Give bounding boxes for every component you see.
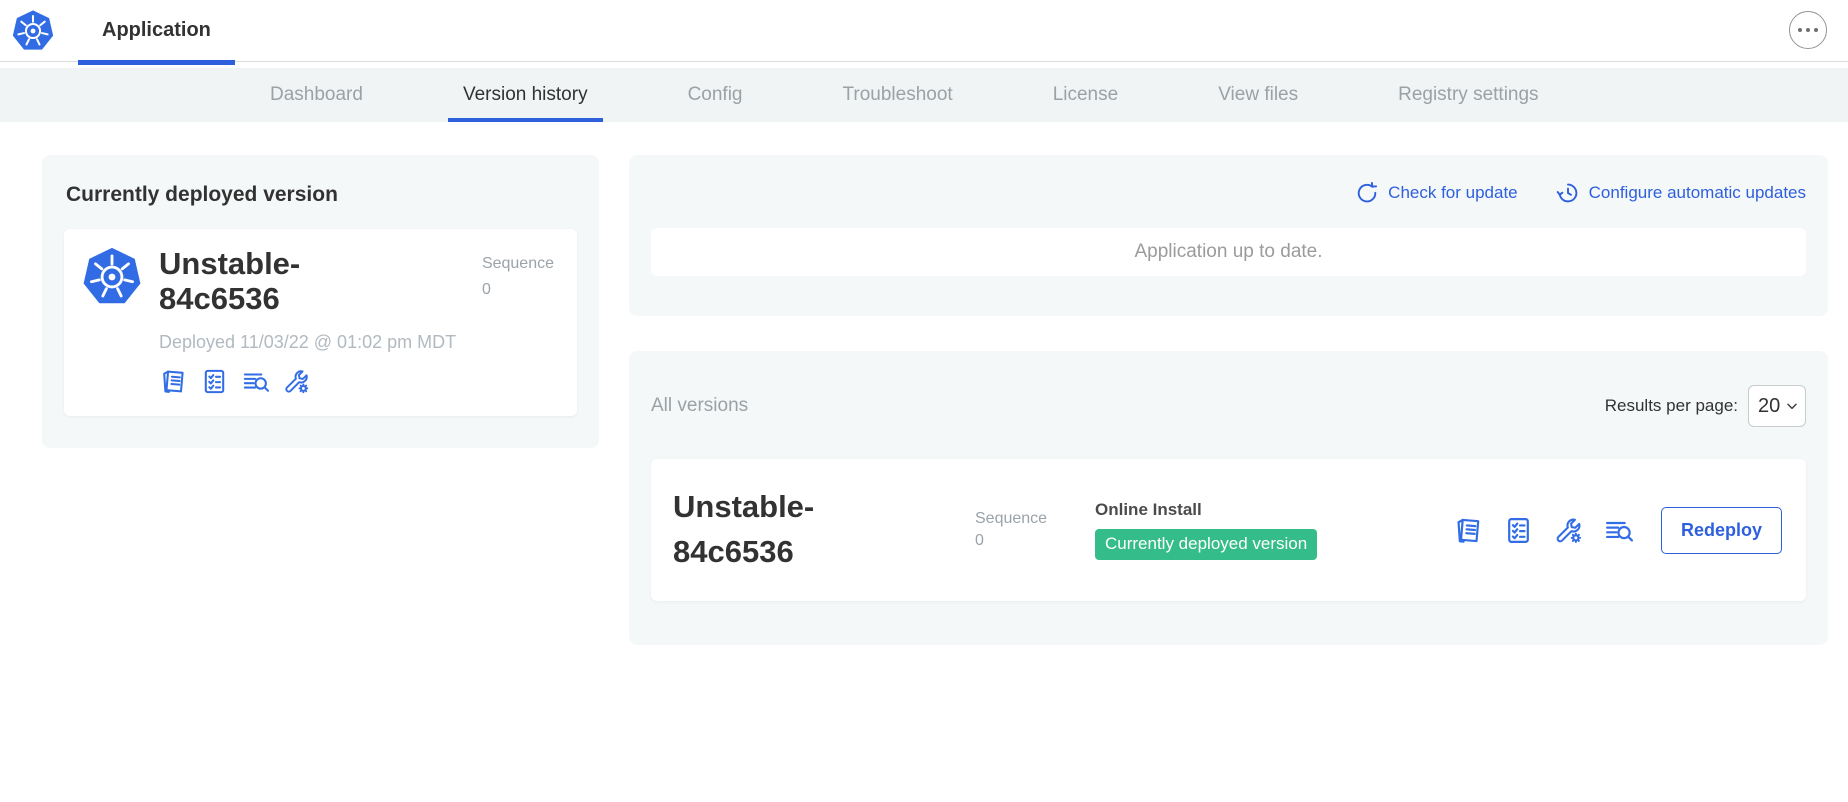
ellipsis-icon — [1798, 28, 1802, 32]
preflight-checks-icon[interactable] — [1503, 515, 1534, 546]
results-per-page-label: Results per page: — [1605, 396, 1738, 416]
kubernetes-logo-icon — [11, 9, 55, 53]
row-actions: Redeploy — [1453, 507, 1782, 554]
deployed-version-name: Unstable-84c6536 — [159, 246, 387, 317]
sequence-value: 0 — [482, 277, 554, 303]
row-sequence: Sequence 0 — [975, 508, 1061, 553]
tab-view-files[interactable]: View files — [1218, 68, 1298, 122]
check-for-update-link[interactable]: Check for update — [1355, 181, 1517, 205]
refresh-icon — [1355, 181, 1379, 205]
currently-deployed-card: Unstable-84c6536 Sequence 0 Deployed 11/… — [64, 229, 577, 416]
app-header: Application — [0, 0, 1848, 62]
row-status: Online Install Currently deployed versio… — [1095, 500, 1317, 560]
currently-deployed-panel: Currently deployed version Unstable-84c6… — [42, 155, 599, 448]
deployed-version-actions — [159, 367, 560, 396]
deployed-timestamp: Deployed 11/03/22 @ 01:02 pm MDT — [159, 332, 560, 353]
version-row: Unstable-84c6536 Sequence 0 Online Insta… — [651, 459, 1806, 601]
tab-dashboard[interactable]: Dashboard — [270, 68, 363, 122]
all-versions-title: All versions — [651, 395, 748, 417]
ellipsis-icon — [1806, 28, 1810, 32]
updates-panel: Check for update Configure automatic upd… — [629, 155, 1828, 316]
tab-troubleshoot[interactable]: Troubleshoot — [843, 68, 953, 122]
redeploy-button[interactable]: Redeploy — [1661, 507, 1782, 554]
ellipsis-icon — [1814, 28, 1818, 32]
auto-update-clock-icon — [1556, 181, 1580, 205]
application-up-to-date-message: Application up to date. — [651, 228, 1806, 276]
view-logs-icon[interactable] — [1603, 515, 1634, 546]
right-column: Check for update Configure automatic upd… — [629, 155, 1828, 645]
sequence-label: Sequence — [482, 251, 554, 277]
release-notes-icon[interactable] — [1453, 515, 1484, 546]
edit-config-icon[interactable] — [282, 367, 311, 396]
preflight-checks-icon[interactable] — [200, 367, 229, 396]
main-content: Currently deployed version Unstable-84c6… — [0, 122, 1848, 645]
app-menu-button[interactable] — [1789, 11, 1827, 49]
sequence-label: Sequence — [975, 508, 1061, 530]
view-logs-icon[interactable] — [241, 367, 270, 396]
app-title: Application — [102, 19, 211, 42]
tab-version-history[interactable]: Version history — [463, 68, 588, 122]
kubernetes-app-icon — [81, 246, 143, 308]
app-title-tab[interactable]: Application — [78, 0, 235, 61]
tab-config[interactable]: Config — [688, 68, 743, 122]
configure-automatic-updates-label: Configure automatic updates — [1589, 183, 1806, 203]
currently-deployed-title: Currently deployed version — [66, 183, 577, 207]
all-versions-panel: All versions Results per page: 20 Unstab… — [629, 351, 1828, 645]
release-notes-icon[interactable] — [159, 367, 188, 396]
install-type-label: Online Install — [1095, 500, 1317, 520]
tab-license[interactable]: License — [1053, 68, 1119, 122]
row-version-name: Unstable-84c6536 — [673, 485, 895, 575]
tab-registry-settings[interactable]: Registry settings — [1398, 68, 1538, 122]
currently-deployed-badge: Currently deployed version — [1095, 529, 1317, 560]
app-nav: Dashboard Version history Config Trouble… — [0, 68, 1848, 122]
deployed-sequence: Sequence 0 — [482, 246, 560, 302]
results-per-page-select[interactable]: 20 — [1748, 385, 1806, 427]
sequence-value: 0 — [975, 530, 1061, 552]
edit-config-icon[interactable] — [1553, 515, 1584, 546]
check-for-update-label: Check for update — [1388, 183, 1517, 203]
configure-automatic-updates-link[interactable]: Configure automatic updates — [1556, 181, 1806, 205]
results-per-page: Results per page: 20 — [1605, 385, 1806, 427]
